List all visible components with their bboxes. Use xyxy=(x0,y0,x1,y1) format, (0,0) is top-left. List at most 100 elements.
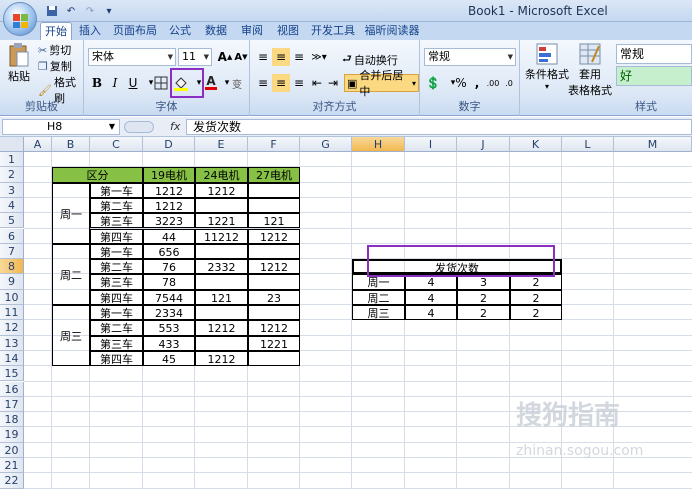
column-header[interactable]: B xyxy=(52,137,90,152)
row-header[interactable]: 2 xyxy=(0,167,24,183)
table1-cell[interactable] xyxy=(195,197,248,214)
table1-cell[interactable]: 第三车 xyxy=(90,335,143,351)
column-header[interactable]: F xyxy=(248,137,300,152)
column-header[interactable]: L xyxy=(562,137,614,152)
row-header[interactable]: 5 xyxy=(0,213,24,229)
table1-cell[interactable]: 第四车 xyxy=(90,350,143,367)
undo-icon[interactable]: ↶ xyxy=(63,3,79,19)
row-header[interactable]: 13 xyxy=(0,335,24,351)
row-header[interactable]: 8 xyxy=(0,259,24,275)
table1-cell[interactable]: 第二车 xyxy=(90,197,143,214)
column-header[interactable]: G xyxy=(300,137,352,152)
table1-cell[interactable]: 第一车 xyxy=(90,182,143,198)
row-header[interactable]: 9 xyxy=(0,274,24,290)
table2-cell[interactable]: 周二 xyxy=(352,289,405,305)
row-header[interactable]: 16 xyxy=(0,381,24,397)
redo-icon[interactable]: ↷ xyxy=(82,3,98,19)
table1-cell[interactable] xyxy=(248,350,300,367)
table1-group-label[interactable]: 周二 xyxy=(52,243,90,305)
table1-cell[interactable]: 第二车 xyxy=(90,259,143,275)
table1-cell[interactable]: 1212 xyxy=(143,197,195,214)
increase-indent-icon[interactable]: ⇥ xyxy=(324,74,342,92)
row-header[interactable]: 6 xyxy=(0,228,24,244)
table1-cell[interactable]: 第四车 xyxy=(90,228,143,244)
formula-bar-splitter[interactable] xyxy=(124,121,154,133)
table1-cell[interactable] xyxy=(248,274,300,290)
style-normal[interactable]: 常规 xyxy=(616,44,692,64)
row-header[interactable]: 12 xyxy=(0,320,24,336)
table1-cell[interactable]: 1212 xyxy=(248,320,300,336)
table1-cell[interactable]: 44 xyxy=(143,228,195,244)
table1-cell[interactable] xyxy=(195,243,248,260)
table1-cell[interactable]: 45 xyxy=(143,350,195,367)
table1-header-cell[interactable]: 27电机 xyxy=(248,167,300,183)
table1-cell[interactable]: 1212 xyxy=(143,182,195,198)
table1-cell[interactable]: 1212 xyxy=(195,182,248,198)
row-header[interactable]: 11 xyxy=(0,305,24,321)
row-header[interactable]: 22 xyxy=(0,473,24,489)
tab-view[interactable]: 视图 xyxy=(274,22,302,40)
align-middle-icon[interactable]: ≡ xyxy=(272,48,290,66)
column-header[interactable]: H xyxy=(352,137,405,152)
tab-review[interactable]: 审阅 xyxy=(238,22,266,40)
table1-cell[interactable]: 1212 xyxy=(195,320,248,336)
table1-header-cell[interactable]: 24电机 xyxy=(195,167,248,183)
cut-button[interactable]: ✂ 剪切 xyxy=(38,42,71,58)
row-header[interactable]: 17 xyxy=(0,396,24,413)
table1-cell[interactable] xyxy=(248,197,300,214)
font-name-combo[interactable]: 宋体 ▼ xyxy=(88,48,176,66)
phonetic-button[interactable]: 变 xyxy=(228,74,246,92)
table1-cell[interactable]: 76 xyxy=(143,259,195,275)
table1-cell[interactable] xyxy=(248,243,300,260)
name-box[interactable]: H8 ▼ xyxy=(2,119,120,135)
table1-cell[interactable]: 3223 xyxy=(143,213,195,229)
merge-center-button[interactable]: ▣ 合并后居中 ▾ xyxy=(344,69,419,98)
customize-qat-icon[interactable]: ▾ xyxy=(101,3,117,19)
tab-data[interactable]: 数据 xyxy=(202,22,230,40)
tab-home[interactable]: 开始 xyxy=(40,22,72,40)
select-all-corner[interactable] xyxy=(0,137,24,152)
orientation-icon[interactable]: ≫▾ xyxy=(310,48,328,66)
table2-cell[interactable]: 周三 xyxy=(352,305,405,321)
align-right-icon[interactable]: ≡ xyxy=(290,74,308,92)
table2-cell[interactable]: 2 xyxy=(457,305,510,321)
table1-cell[interactable] xyxy=(248,182,300,198)
row-header[interactable]: 7 xyxy=(0,243,24,260)
column-header[interactable]: M xyxy=(614,137,692,152)
table1-cell[interactable]: 2332 xyxy=(195,259,248,275)
table1-cell[interactable]: 121 xyxy=(248,213,300,229)
table1-cell[interactable]: 1212 xyxy=(248,228,300,244)
row-header[interactable]: 15 xyxy=(0,366,24,382)
table1-cell[interactable]: 1221 xyxy=(248,335,300,351)
column-header[interactable]: D xyxy=(143,137,195,152)
row-header[interactable]: 20 xyxy=(0,442,24,458)
table1-cell[interactable] xyxy=(248,305,300,321)
align-center-icon[interactable]: ≡ xyxy=(272,74,290,92)
column-header[interactable]: I xyxy=(405,137,457,152)
row-header[interactable]: 10 xyxy=(0,289,24,305)
number-format-combo[interactable]: 常规 ▼ xyxy=(424,48,516,66)
row-header[interactable]: 4 xyxy=(0,197,24,214)
table1-cell[interactable] xyxy=(195,274,248,290)
worksheet-grid[interactable]: ABCDEFGHIJKLM 1 2 3 4 5 6 7 8 9 10 11 12 13 14 15 16 17 1… xyxy=(0,137,692,489)
row-header[interactable]: 18 xyxy=(0,412,24,428)
table2-cell[interactable]: 2 xyxy=(510,305,562,321)
shrink-font-button[interactable]: A ▼ xyxy=(232,48,250,66)
decrease-decimal-icon[interactable]: .0 xyxy=(500,74,518,92)
align-bottom-icon[interactable]: ≡ xyxy=(290,48,308,66)
tab-formulas[interactable]: 公式 xyxy=(166,22,194,40)
table1-cell[interactable]: 1212 xyxy=(195,350,248,367)
tab-foxit-reader[interactable]: 福昕阅读器 xyxy=(364,22,420,40)
table1-cell[interactable] xyxy=(195,305,248,321)
table1-cell[interactable]: 11212 xyxy=(195,228,248,244)
table1-cell[interactable]: 433 xyxy=(143,335,195,351)
row-header[interactable]: 1 xyxy=(0,152,24,168)
align-top-icon[interactable]: ≡ xyxy=(254,48,272,66)
row-header[interactable]: 19 xyxy=(0,427,24,443)
underline-button[interactable]: U xyxy=(124,74,142,92)
table2-cell[interactable]: 2 xyxy=(510,289,562,305)
table1-cell[interactable]: 第一车 xyxy=(90,305,143,321)
table1-cell[interactable]: 656 xyxy=(143,243,195,260)
format-as-table-button[interactable]: 套用 表格格式 xyxy=(568,42,612,98)
column-header[interactable]: E xyxy=(195,137,248,152)
